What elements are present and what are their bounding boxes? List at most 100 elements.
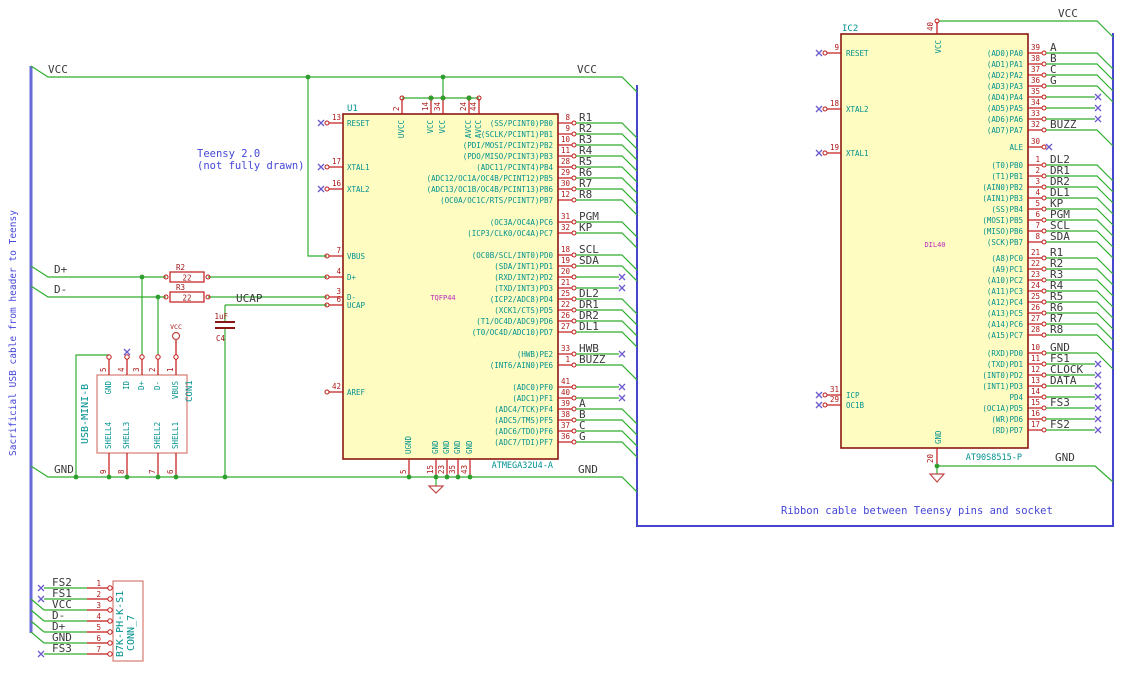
net-label[interactable]: G bbox=[1050, 74, 1057, 87]
vcc-power-symbol[interactable]: VCC bbox=[170, 323, 182, 355]
component-value[interactable]: AT90S8515-P bbox=[966, 453, 1022, 463]
net-label-vcc-left[interactable]: VCC bbox=[48, 63, 68, 76]
c4-symbol[interactable]: 1uF C4 bbox=[214, 312, 235, 343]
ic2-pa-pins[interactable]: (AD0)PA0 39 A (AD1)PA1 38 B (AD2)PA2 37 … bbox=[987, 41, 1114, 147]
component-ref[interactable]: C4 bbox=[216, 334, 226, 343]
net-label[interactable]: FS3 bbox=[1050, 396, 1070, 409]
pin-number: 10 bbox=[561, 135, 571, 144]
u1-symbol[interactable]: U1 ATMEGA32U4-A TQFP44 (SS/PCINT0)PB0 8 … bbox=[317, 95, 638, 477]
pin-number: 8 bbox=[1035, 232, 1040, 241]
pin-end-circle bbox=[1041, 416, 1047, 422]
note-left-vertical[interactable]: Sacrificial USB cable from header to Tee… bbox=[8, 210, 19, 456]
pin-row[interactable]: 2 FS1 bbox=[37, 587, 113, 603]
net-label-ucap[interactable]: UCAP bbox=[236, 292, 263, 305]
pin-end-circle bbox=[571, 318, 577, 324]
net-label[interactable]: G bbox=[579, 430, 586, 443]
pin-number: 35 bbox=[1031, 87, 1040, 96]
pin-number: 17 bbox=[1031, 420, 1040, 429]
pin-name: (ADC7/TDI)PF7 bbox=[494, 438, 553, 447]
pin-number: 2 bbox=[148, 367, 157, 372]
component-package[interactable]: DIL40 bbox=[924, 241, 945, 249]
ic2-pc-pins[interactable]: (A8)PC0 21 R1 (A9)PC1 22 R2 (A10)PC2 23 … bbox=[987, 246, 1114, 352]
component-value[interactable]: USB-MINI-B bbox=[80, 384, 91, 444]
pin-row[interactable]: 2 D- bbox=[148, 354, 162, 390]
pin-row[interactable]: 6 SHELL1 bbox=[166, 422, 180, 477]
pin-row[interactable]: 1 VBUS bbox=[166, 354, 180, 399]
pin-number: 1 bbox=[1035, 155, 1040, 164]
note-teensy-line2[interactable]: (not fully drawn) bbox=[197, 160, 304, 172]
net-label[interactable]: KP bbox=[579, 221, 593, 234]
component-value[interactable]: 22 bbox=[182, 274, 191, 283]
net-label-gnd-right[interactable]: GND bbox=[578, 463, 598, 476]
conn7-symbol[interactable]: B7K-PH-K-S1 CONN_7 1 FS2 2 FS1 3 VCC 4 D… bbox=[30, 576, 144, 662]
pin-name: (AD0)PA0 bbox=[987, 49, 1024, 58]
net-label[interactable]: FS2 bbox=[1050, 418, 1070, 431]
component-value[interactable]: 22 bbox=[182, 294, 191, 303]
pin-end-circle bbox=[571, 384, 577, 390]
component-ref[interactable]: CONN_7 bbox=[126, 615, 137, 651]
wire-to-bus[interactable] bbox=[576, 364, 638, 381]
pin-number: 28 bbox=[561, 157, 571, 166]
pin-row[interactable]: 4 D- bbox=[30, 609, 113, 624]
net-label[interactable]: DL1 bbox=[579, 320, 599, 333]
pin-name: XTAL1 bbox=[347, 163, 370, 172]
component-ref[interactable]: IC2 bbox=[842, 24, 858, 34]
pin-row[interactable]: 7 FS3 bbox=[37, 642, 113, 658]
net-label[interactable]: FS3 bbox=[52, 642, 72, 655]
pin-row[interactable]: 9 SHELL4 bbox=[99, 421, 113, 477]
wire-to-bus[interactable] bbox=[576, 265, 638, 282]
pin-number: 16 bbox=[1031, 409, 1041, 418]
component-value[interactable]: ATMEGA32U4-A bbox=[492, 461, 553, 471]
pin-row[interactable]: 3 D+ bbox=[132, 354, 146, 390]
component-package[interactable]: TQFP44 bbox=[430, 294, 455, 302]
con1-bottom-pins[interactable]: 9 SHELL4 8 SHELL3 7 SHELL2 6 SHELL1 bbox=[99, 421, 180, 477]
pin-row[interactable]: 3 VCC bbox=[30, 598, 113, 613]
net-label-vcc-right[interactable]: VCC bbox=[577, 63, 597, 76]
u1-pf-pins[interactable]: (ADC0)PF0 41 (ADC1)PF1 40 (ADC4/TCK)PF4 bbox=[494, 377, 638, 458]
net-label[interactable]: DATA bbox=[1050, 374, 1077, 387]
con1-top-pins[interactable]: 5 GND 4 ID 3 D+ 2 D- 1 VBUS bbox=[99, 348, 180, 399]
note-ribbon[interactable]: Ribbon cable between Teensy pins and soc… bbox=[781, 505, 1053, 517]
note-teensy-line1[interactable]: Teensy 2.0 bbox=[197, 148, 260, 160]
wire-to-bus[interactable] bbox=[30, 631, 45, 644]
pin-name: XTAL2 bbox=[347, 185, 370, 194]
pin-row[interactable]: 4 ID bbox=[117, 348, 131, 390]
component-value[interactable]: B7K-PH-K-S1 bbox=[115, 591, 126, 657]
pin-row[interactable]: 8 SHELL3 bbox=[117, 422, 131, 477]
wire-to-bus[interactable] bbox=[30, 620, 45, 633]
r2-symbol[interactable]: R2 22 bbox=[163, 263, 211, 283]
con1-symbol[interactable]: USB-MINI-B CON1 5 GND 4 ID 3 D+ 2 D- 1 V… bbox=[80, 323, 195, 477]
net-label[interactable]: BUZZ bbox=[1050, 118, 1077, 131]
conn7-pins[interactable]: 1 FS2 2 FS1 3 VCC 4 D- 5 D+ 6 GND 7 FS3 bbox=[30, 576, 113, 658]
net-label-dminus[interactable]: D- bbox=[54, 283, 67, 296]
component-ref[interactable]: R2 bbox=[176, 263, 185, 272]
ic2-pd-pins[interactable]: (RXD)PD0 10 GND (TXD)PD1 11 FS1 (INT0)PD… bbox=[982, 341, 1114, 435]
pin-number: 9 bbox=[834, 43, 839, 52]
component-ref[interactable]: U1 bbox=[347, 104, 358, 114]
pin-end-circle bbox=[1041, 277, 1047, 283]
net-label-dplus[interactable]: D+ bbox=[54, 263, 68, 276]
component-ref[interactable]: R3 bbox=[176, 283, 185, 292]
ic2-symbol[interactable]: IC2 AT90S8515-P DIL40 40 VCC 20 GND RESE… bbox=[815, 18, 1114, 465]
schematic-canvas[interactable]: U1 ATMEGA32U4-A TQFP44 (SS/PCINT0)PB0 8 … bbox=[0, 0, 1131, 690]
component-value[interactable]: 1uF bbox=[214, 312, 228, 321]
pin-number: 14 bbox=[1031, 387, 1041, 396]
component-ref[interactable]: CON1 bbox=[185, 380, 195, 402]
ic2-pb-pins[interactable]: (T0)PB0 1 DL2 (T1)PB1 2 DR1 (AIN0)PB2 3 … bbox=[982, 153, 1114, 259]
net-label[interactable]: SDA bbox=[1050, 230, 1070, 243]
net-label-gnd-ic2[interactable]: GND bbox=[1055, 451, 1075, 464]
wire-to-bus[interactable] bbox=[30, 609, 45, 622]
net-label[interactable]: R8 bbox=[1050, 323, 1063, 336]
wire-to-bus[interactable] bbox=[1046, 129, 1114, 147]
net-label[interactable]: R8 bbox=[579, 188, 592, 201]
net-label[interactable]: SDA bbox=[579, 254, 599, 267]
net-label[interactable]: BUZZ bbox=[579, 353, 606, 366]
pin-name: D+ bbox=[347, 273, 357, 282]
net-label-gnd-left[interactable]: GND bbox=[54, 463, 74, 476]
wire-to-bus[interactable] bbox=[1046, 85, 1114, 103]
r3-symbol[interactable]: R3 22 bbox=[163, 283, 211, 303]
wire-to-bus[interactable] bbox=[576, 441, 638, 458]
pin-row[interactable]: 1 FS2 bbox=[37, 576, 113, 592]
pin-row[interactable]: 7 SHELL2 bbox=[148, 422, 162, 477]
net-label-vcc-ic2[interactable]: VCC bbox=[1058, 7, 1078, 20]
